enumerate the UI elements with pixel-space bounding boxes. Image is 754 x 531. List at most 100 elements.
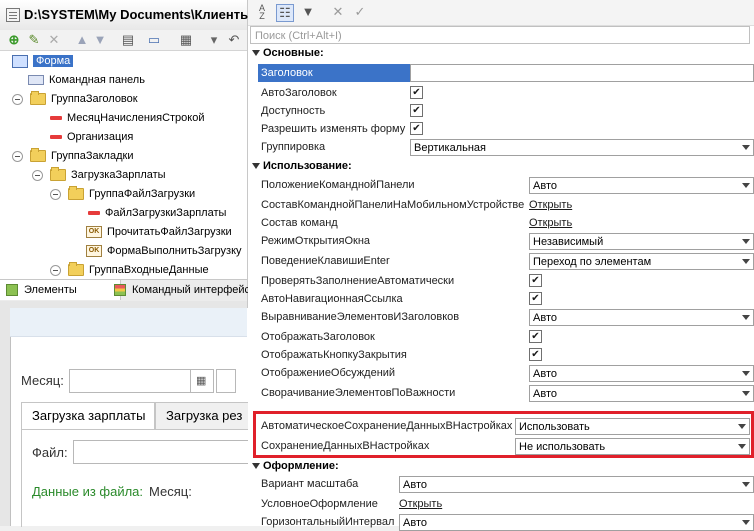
apply-icon[interactable]: ✓ [352, 4, 368, 20]
tree-item-month-field[interactable]: МесяцНачисленияСтрокой [50, 109, 204, 127]
tree-item-group-tabs[interactable]: ГруппаЗакладки [12, 147, 133, 165]
file-input[interactable] [73, 440, 249, 464]
tree-item-label: ГруппаВходныеДанные [89, 264, 209, 276]
properties-icon[interactable]: ▤ [120, 32, 136, 48]
chevron-down-icon[interactable] [739, 386, 753, 401]
chevron-down-icon[interactable] [739, 178, 753, 193]
tree-item-label: ФормаВыполнитьЗагрузку [107, 245, 242, 257]
tree-item-read-file-button[interactable]: OK ПрочитатьФайлЗагрузки [86, 223, 232, 241]
highlight-frame [253, 411, 754, 458]
tree-item-command-panel[interactable]: Командная панель [28, 71, 145, 89]
chevron-down-icon[interactable] [739, 254, 753, 269]
section-title: Оформление: [263, 460, 339, 472]
month-input[interactable] [69, 369, 191, 393]
open-mobile-command-panel-link[interactable]: Открыть [529, 199, 572, 211]
more-button[interactable] [216, 369, 236, 393]
edit-icon[interactable]: ✎ [26, 32, 42, 48]
tab-elements[interactable]: Элементы [0, 280, 121, 300]
horizontal-interval-select[interactable]: Авто [399, 514, 754, 531]
grouping-select[interactable]: Вертикальная [410, 139, 754, 156]
move-down-icon[interactable]: ▼ [92, 32, 108, 48]
categorized-view-icon[interactable]: ☷ [276, 4, 294, 22]
window-titlebar: D:\SYSTEM\My Documents\Клиенты [0, 0, 251, 31]
open-commands-link[interactable]: Открыть [529, 217, 572, 229]
collapse-icon[interactable] [12, 151, 23, 162]
filter-icon[interactable]: ▼ [300, 4, 316, 20]
clear-icon[interactable]: ✕ [330, 4, 346, 20]
folder-icon [30, 91, 46, 106]
tree-item-file-field[interactable]: ФайлЗагрузкиЗарплаты [88, 204, 226, 222]
chevron-down-icon[interactable] [739, 234, 753, 249]
scale-variant-select[interactable]: Авто [399, 476, 754, 493]
check-filling-checkbox[interactable]: ✔ [529, 274, 542, 287]
collapse-icon[interactable] [32, 170, 43, 181]
tree-item-form[interactable]: Форма [12, 52, 74, 70]
tab-salary-load[interactable]: Загрузка зарплаты [21, 402, 155, 429]
calendar-icon: ▦ [196, 375, 207, 387]
folder-icon [30, 148, 46, 163]
field-icon [50, 116, 62, 121]
auto-nav-link-checkbox[interactable]: ✔ [529, 292, 542, 305]
tree-item-label: ЗагрузкаЗарплаты [71, 169, 166, 181]
alignment-select[interactable]: Авто [529, 309, 754, 326]
tree-item-run-load-button[interactable]: OK ФормаВыполнитьЗагрузку [86, 242, 242, 260]
section-main[interactable]: Основные: [252, 47, 324, 59]
prop-label: РежимОткрытияОкна [261, 235, 371, 247]
prop-label: СоставКоманднойПанелиНаМобильномУстройст… [261, 199, 525, 211]
chevron-down-icon[interactable] [739, 140, 753, 155]
open-conditional-appearance-link[interactable]: Открыть [399, 498, 442, 510]
tree-item-group-header[interactable]: ГруппаЗаголовок [12, 90, 138, 108]
move-up-icon[interactable]: ▲ [74, 32, 90, 48]
collapse-icon[interactable] [12, 94, 23, 105]
prop-label: Разрешить изменять форму [261, 123, 406, 135]
show-close-button-checkbox[interactable]: ✔ [529, 348, 542, 361]
sort-alpha-icon[interactable]: AZ [254, 4, 270, 21]
enter-behavior-select[interactable]: Переход по элементам [529, 253, 754, 270]
collapse-icon[interactable] [50, 265, 61, 276]
layout-icon[interactable]: ▦ [178, 32, 194, 48]
ok-button-icon: OK [86, 245, 102, 258]
form-view-icon[interactable]: ▭ [146, 32, 162, 48]
tree-item-label: Организация [67, 131, 134, 143]
window-mode-select[interactable]: Независимый [529, 233, 754, 250]
elements-icon [6, 284, 18, 296]
chevron-down-icon[interactable] [739, 366, 753, 381]
tree-item-organization[interactable]: Организация [50, 128, 133, 146]
delete-icon[interactable]: ✕ [46, 32, 62, 48]
prop-label: Вариант масштаба [261, 478, 359, 490]
section-appearance[interactable]: Оформление: [252, 460, 339, 472]
chevron-down-icon[interactable]: ▾ [206, 32, 222, 48]
collapse-icon[interactable] [50, 189, 61, 200]
tab-command-interface[interactable]: Командный интерфейс [108, 280, 271, 300]
preview-header [10, 308, 247, 337]
select-value: Независимый [533, 236, 604, 248]
tree-item-label: ГруппаЗаголовок [51, 93, 138, 105]
collapse-by-importance-select[interactable]: Авто [529, 385, 754, 402]
form-preview: Месяц: ▦ Загрузка зарплаты Загрузка рез … [0, 301, 249, 527]
undo-icon[interactable]: ↶ [226, 32, 242, 48]
tree-item-file-group[interactable]: ГруппаФайлЗагрузки [50, 185, 195, 203]
prop-label[interactable]: Заголовок [258, 64, 411, 82]
select-value: Авто [403, 517, 427, 529]
add-icon[interactable]: ⊕ [6, 32, 22, 48]
title-input[interactable] [410, 64, 754, 82]
chevron-down-icon[interactable] [739, 515, 753, 530]
discussions-select[interactable]: Авто [529, 365, 754, 382]
section-title: Использование: [263, 160, 352, 172]
enabled-checkbox[interactable]: ✔ [410, 104, 423, 117]
tree-item-label: МесяцНачисленияСтрокой [67, 112, 205, 124]
tree-item-salary-load[interactable]: ЗагрузкаЗарплаты [32, 166, 166, 184]
show-title-checkbox[interactable]: ✔ [529, 330, 542, 343]
structure-tabs: Элементы Командный интерфейс [0, 279, 250, 302]
command-panel-position-select[interactable]: Авто [529, 177, 754, 194]
calendar-button[interactable]: ▦ [190, 369, 214, 393]
tab-results-load[interactable]: Загрузка рез [155, 402, 249, 429]
tree-item-input-group[interactable]: ГруппаВходныеДанные [50, 261, 209, 279]
chevron-down-icon[interactable] [739, 310, 753, 325]
auto-title-checkbox[interactable]: ✔ [410, 86, 423, 99]
section-usage[interactable]: Использование: [252, 160, 352, 172]
chevron-down-icon[interactable] [739, 477, 753, 492]
ok-button-icon: OK [86, 226, 102, 239]
search-input[interactable]: Поиск (Ctrl+Alt+I) [250, 26, 750, 44]
allow-edit-form-checkbox[interactable]: ✔ [410, 122, 423, 135]
